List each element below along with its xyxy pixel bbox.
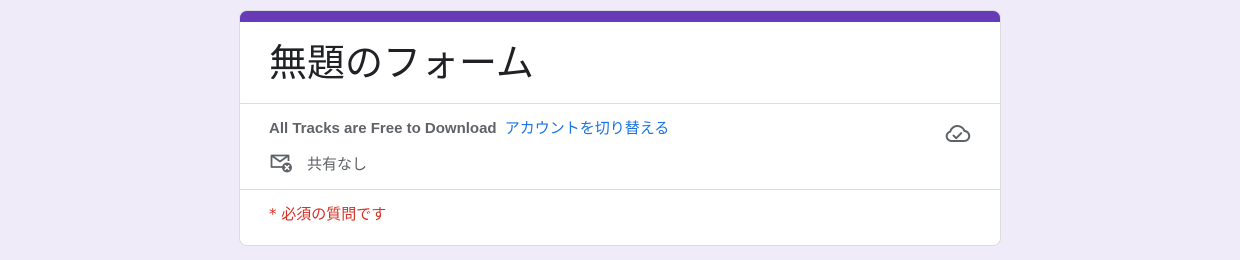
required-notice: * 必須の質問です bbox=[269, 205, 387, 223]
switch-account-link[interactable]: アカウントを切り替える bbox=[505, 119, 670, 137]
sharing-status: 共有なし bbox=[269, 152, 367, 174]
account-section: All Tracks are Free to Download アカウントを切り… bbox=[240, 104, 1000, 190]
title-section: 無題のフォーム bbox=[240, 22, 1000, 104]
form-title: 無題のフォーム bbox=[269, 41, 534, 85]
sharing-label: 共有なし bbox=[307, 154, 368, 173]
required-section: * 必須の質問です bbox=[240, 190, 1000, 245]
accent-bar bbox=[240, 11, 1000, 22]
account-name: All Tracks are Free to Download bbox=[269, 120, 497, 137]
account-line: All Tracks are Free to Download アカウントを切り… bbox=[269, 118, 669, 139]
form-header-card: 無題のフォーム All Tracks are Free to Download … bbox=[239, 10, 1001, 246]
mail-off-icon bbox=[270, 154, 292, 173]
cloud-done-icon[interactable] bbox=[943, 123, 971, 145]
